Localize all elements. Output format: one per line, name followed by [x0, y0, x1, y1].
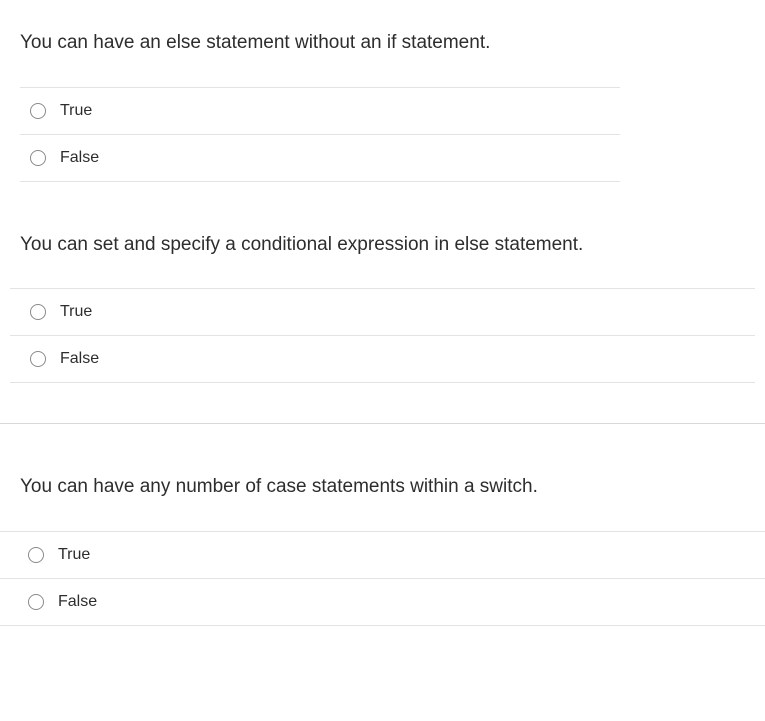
question-2: You can set and specify a conditional ex…: [0, 222, 765, 384]
option-label: False: [60, 350, 99, 368]
radio-icon: [30, 351, 46, 367]
question-3: You can have any number of case statemen…: [0, 464, 765, 626]
radio-icon: [30, 103, 46, 119]
option-false[interactable]: False: [10, 335, 755, 383]
option-true[interactable]: True: [10, 288, 755, 335]
options-group: True False: [0, 288, 765, 383]
options-group: True False: [0, 531, 765, 626]
radio-icon: [30, 304, 46, 320]
question-prompt: You can set and specify a conditional ex…: [0, 222, 765, 289]
radio-icon: [30, 150, 46, 166]
option-false[interactable]: False: [20, 134, 620, 182]
question-1: You can have an else statement without a…: [0, 20, 765, 182]
option-label: True: [60, 102, 92, 120]
radio-icon: [28, 594, 44, 610]
options-group: True False: [0, 87, 640, 182]
option-label: True: [58, 546, 90, 564]
option-label: False: [58, 593, 97, 611]
option-true[interactable]: True: [20, 87, 620, 134]
question-prompt: You can have an else statement without a…: [0, 20, 765, 87]
question-prompt: You can have any number of case statemen…: [0, 464, 765, 531]
option-true[interactable]: True: [0, 531, 765, 578]
option-false[interactable]: False: [0, 578, 765, 626]
option-label: True: [60, 303, 92, 321]
divider: [0, 423, 765, 424]
radio-icon: [28, 547, 44, 563]
option-label: False: [60, 149, 99, 167]
